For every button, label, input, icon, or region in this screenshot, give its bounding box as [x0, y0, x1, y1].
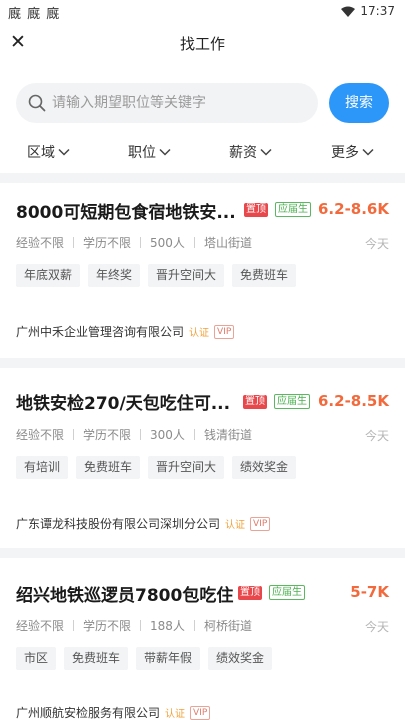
section-divider — [0, 548, 405, 558]
post-date: 今天 — [364, 620, 389, 634]
tag: 带薪年假 — [136, 647, 201, 670]
tag: 免费班车 — [64, 647, 129, 670]
job-card[interactable]: 8000可短期包食宿地铁安... 置顶 应届生 6.2-8.6K 经验不限 学历… — [0, 183, 405, 356]
tag: 免费班车 — [232, 264, 297, 287]
tag: 绩效奖金 — [232, 456, 297, 479]
meta-separator — [140, 620, 142, 631]
section-divider — [0, 173, 405, 183]
certified-badge: 认证 — [225, 520, 246, 531]
meta-separator — [73, 237, 75, 248]
company-name: 广州中禾企业管理咨询有限公司 — [16, 325, 185, 339]
company-row: 广州中禾企业管理咨询有限公司 认证 VIP — [16, 323, 235, 340]
experience: 经验不限 — [16, 428, 65, 442]
graduate-badge: 应届生 — [269, 585, 305, 600]
status-bar: 廐 廐 廐 17:37 — [0, 0, 405, 24]
experience: 经验不限 — [16, 619, 65, 633]
salary: 5-7K — [350, 583, 389, 601]
top-badge: 置顶 — [244, 203, 268, 217]
meta-separator — [73, 429, 75, 440]
company-name: 广东谭龙科技股份有限公司深圳分公司 — [16, 517, 221, 531]
job-title: 绍兴地铁巡逻员7800包吃住 — [16, 586, 234, 606]
tag: 晋升空间大 — [148, 456, 225, 479]
filter-label: 更多 — [331, 145, 359, 161]
status-indicators: 17:37 — [341, 4, 395, 18]
company-size: 188人 — [150, 619, 185, 633]
filter-salary[interactable]: 薪资 — [229, 142, 272, 162]
chevron-down-icon — [260, 148, 272, 156]
search-button[interactable]: 搜索 — [329, 83, 389, 123]
tag: 市区 — [16, 647, 57, 670]
job-card[interactable]: 绍兴地铁巡逻员7800包吃住 置顶 应届生 5-7K 经验不限 学历不限 188… — [0, 558, 405, 720]
tag-list: 市区 免费班车 带薪年假 绩效奖金 — [16, 647, 273, 670]
tag: 有培训 — [16, 456, 69, 479]
filter-label: 职位 — [128, 145, 156, 161]
company-row: 广东谭龙科技股份有限公司深圳分公司 认证 VIP — [16, 515, 271, 532]
certified-badge: 认证 — [189, 328, 210, 339]
title-bar: ✕ 找工作 — [0, 26, 405, 64]
education: 学历不限 — [83, 236, 132, 250]
meta-separator — [73, 620, 75, 631]
graduate-badge: 应届生 — [274, 394, 310, 409]
filter-bar: 区域 职位 薪资 更多 — [0, 138, 405, 166]
filter-position[interactable]: 职位 — [128, 142, 171, 162]
job-card[interactable]: 地铁安检270/天包吃住可... 置顶 应届生 6.2-8.5K 经验不限 学历… — [0, 368, 405, 546]
filter-area[interactable]: 区域 — [27, 142, 70, 162]
job-meta: 经验不限 学历不限 300人 钱清街道 — [16, 426, 252, 443]
notification-icons: 廐 廐 廐 — [8, 7, 61, 22]
location: 柯桥街道 — [203, 619, 252, 633]
vip-badge: VIP — [250, 516, 271, 531]
tag-list: 年底双薪 年终奖 晋升空间大 免费班车 — [16, 264, 297, 287]
tag-list: 有培训 免费班车 晋升空间大 绩效奖金 — [16, 456, 297, 479]
company-row: 广州顺航安检服务有限公司 认证 VIP — [16, 704, 211, 720]
vip-badge: VIP — [190, 705, 211, 720]
salary: 6.2-8.5K — [318, 392, 389, 410]
location: 塔山街道 — [203, 236, 252, 250]
company-name: 广州顺航安检服务有限公司 — [16, 706, 161, 720]
filter-label: 区域 — [27, 145, 55, 161]
meta-separator — [193, 237, 195, 248]
filter-more[interactable]: 更多 — [331, 142, 374, 162]
job-title: 地铁安检270/天包吃住可... — [16, 394, 231, 414]
tag: 年终奖 — [88, 264, 141, 287]
search-input[interactable] — [52, 83, 307, 123]
meta-separator — [193, 429, 195, 440]
experience: 经验不限 — [16, 236, 65, 250]
education: 学历不限 — [83, 619, 132, 633]
chevron-down-icon — [159, 148, 171, 156]
certified-badge: 认证 — [165, 709, 186, 720]
section-divider — [0, 358, 405, 368]
tag: 年底双薪 — [16, 264, 81, 287]
education: 学历不限 — [83, 428, 132, 442]
status-time: 17:37 — [360, 4, 395, 18]
filter-label: 薪资 — [229, 145, 257, 161]
job-meta: 经验不限 学历不限 500人 塔山街道 — [16, 234, 252, 251]
search-icon — [28, 94, 46, 112]
chevron-down-icon — [362, 148, 374, 156]
meta-separator — [140, 429, 142, 440]
salary: 6.2-8.6K — [318, 200, 389, 218]
page-title: 找工作 — [179, 35, 225, 53]
post-date: 今天 — [364, 237, 389, 251]
tag: 绩效奖金 — [208, 647, 273, 670]
wifi-icon — [341, 6, 356, 17]
search-box[interactable] — [16, 83, 318, 123]
tag: 免费班车 — [76, 456, 141, 479]
job-meta: 经验不限 学历不限 188人 柯桥街道 — [16, 617, 252, 634]
graduate-badge: 应届生 — [275, 202, 311, 217]
job-title: 8000可短期包食宿地铁安... — [16, 203, 236, 223]
company-size: 500人 — [150, 236, 185, 250]
company-size: 300人 — [150, 428, 185, 442]
post-date: 今天 — [364, 429, 389, 443]
top-badge: 置顶 — [238, 586, 262, 600]
meta-separator — [140, 237, 142, 248]
vip-badge: VIP — [214, 324, 235, 339]
top-badge: 置顶 — [243, 395, 267, 409]
meta-separator — [193, 620, 195, 631]
tag: 晋升空间大 — [148, 264, 225, 287]
chevron-down-icon — [58, 148, 70, 156]
location: 钱清街道 — [203, 428, 252, 442]
